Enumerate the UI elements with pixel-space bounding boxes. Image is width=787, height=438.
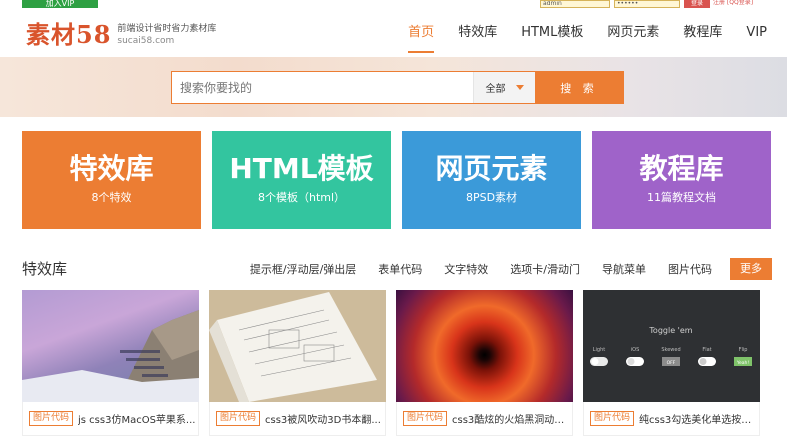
search-bar: 全部 搜 索 xyxy=(171,71,624,104)
tile-title: 教程库 xyxy=(639,152,724,185)
search-banner: 全部 搜 索 xyxy=(0,57,787,117)
tile-subtitle: 8个模板（html） xyxy=(257,191,346,204)
card-meta: 图片代码 css3被风吹动3D书本翻... xyxy=(209,402,386,436)
card-thumbnail-toggles: Toggle 'em Light iOS Skewed Flat Flip OF… xyxy=(583,290,760,402)
site-logo[interactable]: 素材58 前端设计省时省力素材库 sucai58.com xyxy=(26,21,216,49)
tile-title: 网页元素 xyxy=(435,152,548,185)
tile-web-elements[interactable]: 网页元素 8PSD素材 xyxy=(402,131,581,229)
card-title[interactable]: js css3仿MacOS苹果系... xyxy=(78,411,195,426)
tab-text-effects[interactable]: 文字特效 xyxy=(444,261,488,277)
card-meta: 图片代码 纯css3勾选美化单选按钮... xyxy=(583,402,760,436)
card-title[interactable]: 纯css3勾选美化单选按钮... xyxy=(639,411,759,426)
tab-image-code[interactable]: 图片代码 xyxy=(668,261,712,277)
logo-text: 前端设计省时省力素材库 sucai58.com xyxy=(117,23,216,47)
password-field[interactable]: •••••• xyxy=(614,0,680,8)
login-button[interactable]: 登录 xyxy=(684,0,710,8)
join-vip-button[interactable]: 加入VIP xyxy=(22,0,98,8)
top-strip: 加入VIP admin •••••• 登录 注册 [QQ登录] xyxy=(0,0,787,9)
card-title[interactable]: css3被风吹动3D书本翻... xyxy=(265,411,381,426)
register-links[interactable]: 注册 [QQ登录] xyxy=(713,0,753,8)
book-image xyxy=(209,292,377,402)
effects-section-header: 特效库 提示框/浮动层/弹出层 表单代码 文字特效 选项卡/滑动门 导航菜单 图… xyxy=(22,254,772,284)
toggle-label: Flip xyxy=(739,347,748,353)
site-header: 素材58 前端设计省时省力素材库 sucai58.com 首页 特效库 HTML… xyxy=(0,9,787,57)
nav-item-home[interactable]: 首页 xyxy=(408,9,435,57)
search-category-select[interactable]: 全部 xyxy=(473,72,535,103)
nav-item-effects[interactable]: 特效库 xyxy=(458,9,497,57)
logo-mark: 素材58 xyxy=(26,20,112,49)
card-tag[interactable]: 图片代码 xyxy=(590,411,635,426)
main-nav: 首页 特效库 HTML模板 网页元素 教程库 VIP xyxy=(384,9,767,57)
card-thumbnail-flame-blackhole xyxy=(396,290,573,402)
more-button[interactable]: 更多 xyxy=(730,258,772,280)
toggle-label: Skewed xyxy=(661,347,680,353)
nav-item-html-templates[interactable]: HTML模板 xyxy=(521,9,583,57)
card-thumbnail-macos xyxy=(22,290,199,402)
tile-title: HTML模板 xyxy=(229,152,374,185)
chevron-down-icon xyxy=(515,85,524,90)
search-input[interactable] xyxy=(172,72,473,103)
card-title[interactable]: css3酷炫的火焰黑洞动画... xyxy=(452,411,572,426)
toggle-heading: Toggle 'em xyxy=(648,326,692,335)
toggle-state: OFF xyxy=(667,360,676,366)
card-tag[interactable]: 图片代码 xyxy=(29,411,74,426)
section-title: 特效库 xyxy=(22,260,68,278)
search-button[interactable]: 搜 索 xyxy=(535,72,623,103)
card-meta: 图片代码 css3酷炫的火焰黑洞动画... xyxy=(396,402,573,436)
logo-domain: sucai58.com xyxy=(117,36,175,46)
nav-item-vip[interactable]: VIP xyxy=(746,9,767,57)
toggle-label: iOS xyxy=(631,347,640,353)
card-tag[interactable]: 图片代码 xyxy=(216,411,261,426)
tile-subtitle: 8个特效 xyxy=(91,191,132,204)
tile-subtitle: 8PSD素材 xyxy=(465,191,518,204)
toggle-state: Yeah! xyxy=(736,360,750,366)
card-meta: 图片代码 js css3仿MacOS苹果系... xyxy=(22,402,199,436)
section-tabs: 提示框/浮动层/弹出层 表单代码 文字特效 选项卡/滑动门 导航菜单 图片代码 … xyxy=(228,258,772,280)
logo-slogan: 前端设计省时省力素材库 xyxy=(117,24,217,34)
tab-forms[interactable]: 表单代码 xyxy=(378,261,422,277)
category-tiles: 特效库 8个特效 HTML模板 8个模板（html） 网页元素 8PSD素材 教… xyxy=(22,131,771,229)
mountain-image xyxy=(22,310,199,402)
tile-subtitle: 11篇教程文档 xyxy=(647,191,716,204)
tab-popups[interactable]: 提示框/浮动层/弹出层 xyxy=(250,261,356,277)
nav-item-tutorials[interactable]: 教程库 xyxy=(683,9,722,57)
search-category-value: 全部 xyxy=(485,84,506,95)
toggle-label: Light xyxy=(593,347,606,353)
username-field[interactable]: admin xyxy=(540,0,610,8)
toggle-preview-image: Toggle 'em Light iOS Skewed Flat Flip OF… xyxy=(590,326,752,366)
tile-title: 特效库 xyxy=(69,152,154,185)
effect-card[interactable]: 图片代码 js css3仿MacOS苹果系... xyxy=(22,290,199,436)
effect-card[interactable]: Toggle 'em Light iOS Skewed Flat Flip OF… xyxy=(583,290,760,436)
tile-html-templates[interactable]: HTML模板 8个模板（html） xyxy=(212,131,391,229)
tile-effects[interactable]: 特效库 8个特效 xyxy=(22,131,201,229)
tile-tutorials[interactable]: 教程库 11篇教程文档 xyxy=(592,131,771,229)
tab-nav-menus[interactable]: 导航菜单 xyxy=(602,261,646,277)
effect-card[interactable]: 图片代码 css3酷炫的火焰黑洞动画... xyxy=(396,290,573,436)
nav-item-web-elements[interactable]: 网页元素 xyxy=(607,9,659,57)
tab-tabs-sliders[interactable]: 选项卡/滑动门 xyxy=(510,261,580,277)
toggle-label: Flat xyxy=(702,347,711,353)
effect-card[interactable]: 图片代码 css3被风吹动3D书本翻... xyxy=(209,290,386,436)
card-thumbnail-3d-book xyxy=(209,290,386,402)
card-tag[interactable]: 图片代码 xyxy=(403,411,448,426)
